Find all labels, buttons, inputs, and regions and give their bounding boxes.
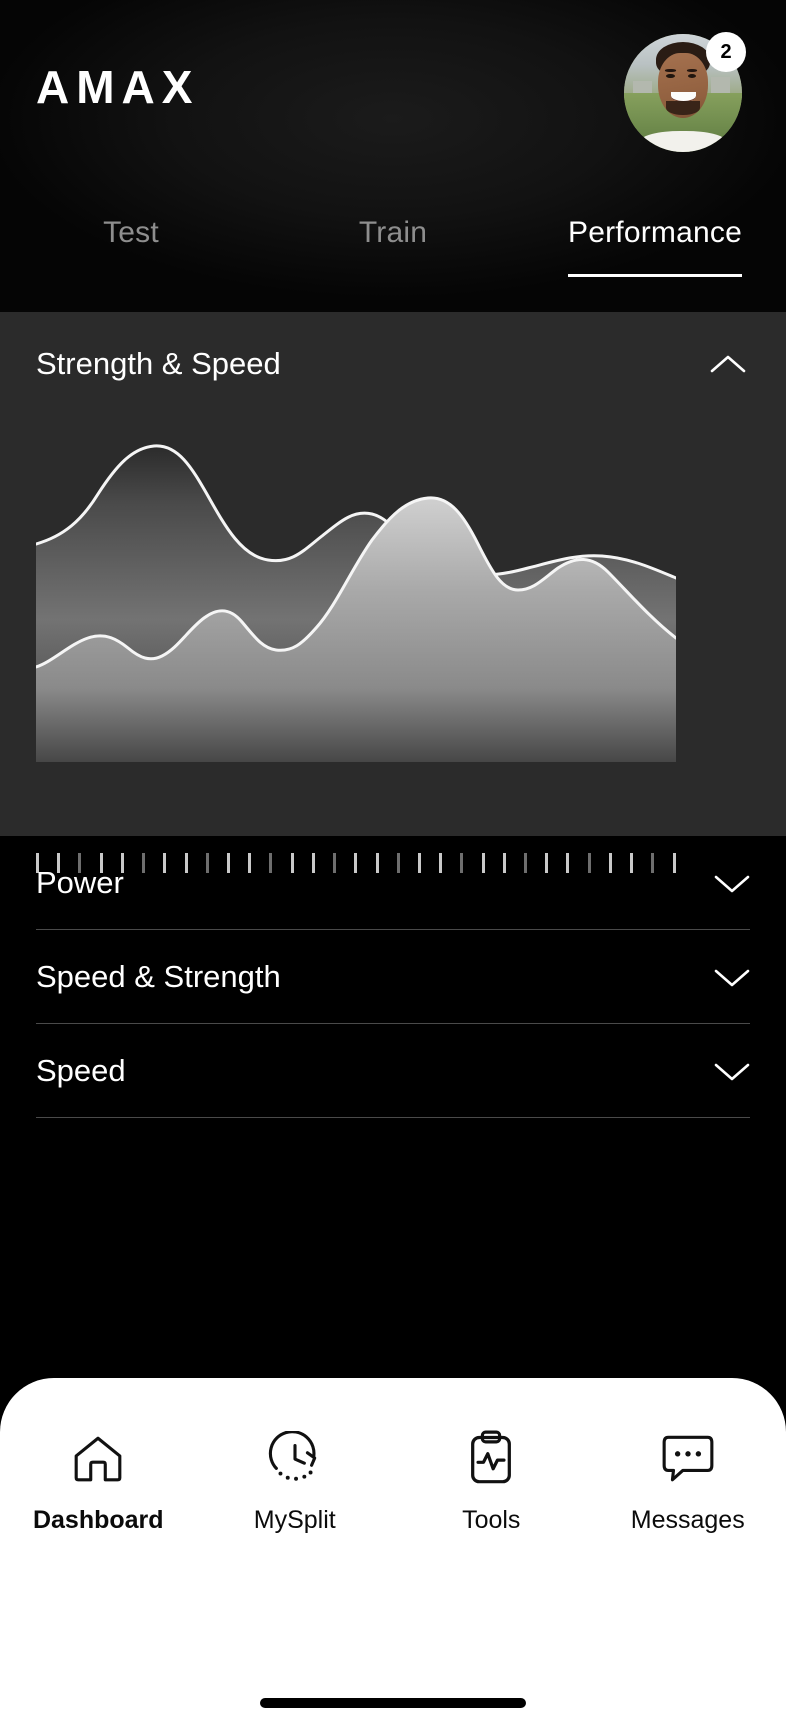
avatar-wrapper[interactable]: 2 bbox=[624, 32, 746, 152]
tab-train[interactable]: Train bbox=[262, 204, 524, 312]
avatar-shirt bbox=[640, 130, 726, 152]
app-header: AMAX 2 Test Train Performance bbox=[0, 0, 786, 312]
tab-underline-active bbox=[568, 274, 742, 277]
metric-accordion-list: Power Speed & Strength Speed bbox=[0, 836, 786, 1118]
accordion-label: Speed & Strength bbox=[36, 958, 281, 994]
chart-svg bbox=[36, 444, 676, 762]
clock-history-icon bbox=[265, 1428, 325, 1488]
nav-item-dashboard[interactable]: Dashboard bbox=[0, 1428, 197, 1535]
accordion-row-speed[interactable]: Speed bbox=[36, 1024, 750, 1117]
nav-label: Tools bbox=[462, 1506, 521, 1534]
section-strength-speed: Strength & Speed bbox=[0, 312, 786, 836]
nav-item-mysplit[interactable]: MySplit bbox=[197, 1428, 394, 1535]
nav-item-messages[interactable]: Messages bbox=[590, 1428, 786, 1535]
performance-area-chart bbox=[36, 432, 676, 762]
accordion-label: Power bbox=[36, 864, 124, 900]
chat-dots-icon bbox=[658, 1428, 718, 1488]
tab-label: Train bbox=[358, 216, 428, 249]
chevron-down-icon[interactable] bbox=[714, 966, 750, 988]
chevron-up-icon[interactable] bbox=[710, 353, 746, 375]
tab-bar: Test Train Performance bbox=[0, 204, 786, 312]
nav-label: Dashboard bbox=[32, 1506, 164, 1534]
nav-item-tools[interactable]: Tools bbox=[393, 1428, 590, 1535]
chevron-down-icon[interactable] bbox=[714, 872, 750, 894]
tab-underline bbox=[306, 274, 480, 277]
tab-label: Performance bbox=[568, 216, 742, 249]
tab-performance[interactable]: Performance bbox=[524, 204, 786, 312]
tab-test[interactable]: Test bbox=[0, 204, 262, 312]
section-title: Strength & Speed bbox=[36, 346, 281, 381]
app-screen: AMAX 2 Test Train Performance Strength &… bbox=[0, 0, 786, 1730]
nav-label: MySplit bbox=[253, 1506, 336, 1534]
notification-badge[interactable]: 2 bbox=[706, 32, 746, 72]
home-icon bbox=[68, 1428, 128, 1488]
tab-underline bbox=[44, 274, 218, 277]
section-header-strength-speed[interactable]: Strength & Speed bbox=[0, 312, 786, 382]
accordion-row-power[interactable]: Power bbox=[36, 836, 750, 929]
chevron-down-icon[interactable] bbox=[714, 1060, 750, 1082]
app-logo: AMAX bbox=[36, 61, 200, 113]
home-indicator bbox=[260, 1698, 526, 1708]
nav-label: Messages bbox=[630, 1506, 745, 1534]
accordion-label: Speed bbox=[36, 1052, 126, 1088]
clipboard-pulse-icon bbox=[461, 1428, 521, 1488]
avatar-eye-left bbox=[666, 74, 675, 79]
bottom-navigation-bar: Dashboard MySplit Tools Messages bbox=[0, 1378, 786, 1730]
avatar-brow-left bbox=[665, 68, 676, 72]
tab-label: Test bbox=[103, 216, 159, 249]
accordion-row-speed-strength[interactable]: Speed & Strength bbox=[36, 930, 750, 1023]
divider bbox=[36, 1117, 750, 1118]
avatar-brow-right bbox=[686, 68, 698, 72]
